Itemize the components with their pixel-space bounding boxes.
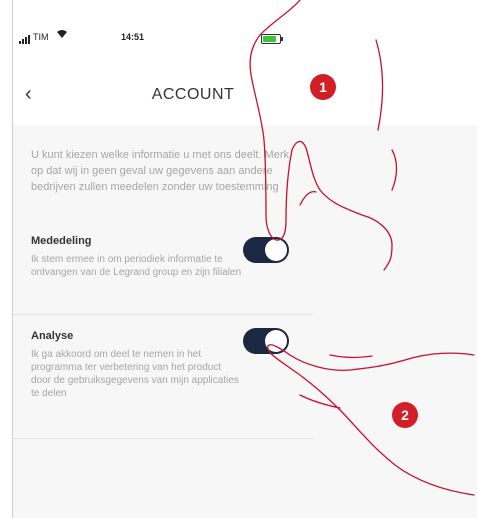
page-title: ACCOUNT [151, 86, 235, 103]
setting-description: Ik stem ermee in om periodiek informatie… [31, 254, 242, 278]
battery-icon [261, 34, 283, 44]
signal-icon [19, 35, 30, 44]
analyse-toggle[interactable] [243, 328, 289, 354]
toggle-knob [265, 330, 287, 352]
back-chevron-icon[interactable]: ‹ [25, 83, 32, 106]
privacy-intro-text: U kunt kiezen welke informatie u met ons… [31, 149, 290, 193]
divider [13, 438, 313, 439]
phone-screen: TIM 14:51 ‹ ACCOUNT U kunt kiezen welke … [12, 0, 477, 518]
setting-description: Ik ga akkoord om deel te nemen in het pr… [31, 349, 239, 399]
navigation-bar: ‹ ACCOUNT [13, 76, 293, 114]
carrier-name: TIM [33, 32, 49, 42]
account-content: U kunt kiezen welke informatie u met ons… [13, 125, 477, 518]
toggle-knob [265, 239, 287, 261]
callout-badge-1: 1 [310, 74, 336, 100]
divider [13, 314, 313, 315]
status-bar: TIM 14:51 [13, 26, 300, 52]
setting-label: Mededeling [31, 235, 92, 247]
mededeling-toggle[interactable] [243, 237, 289, 263]
setting-label: Analyse [31, 330, 74, 342]
wifi-icon [57, 30, 67, 38]
callout-badge-2: 2 [392, 402, 418, 428]
status-time: 14:51 [121, 32, 145, 42]
